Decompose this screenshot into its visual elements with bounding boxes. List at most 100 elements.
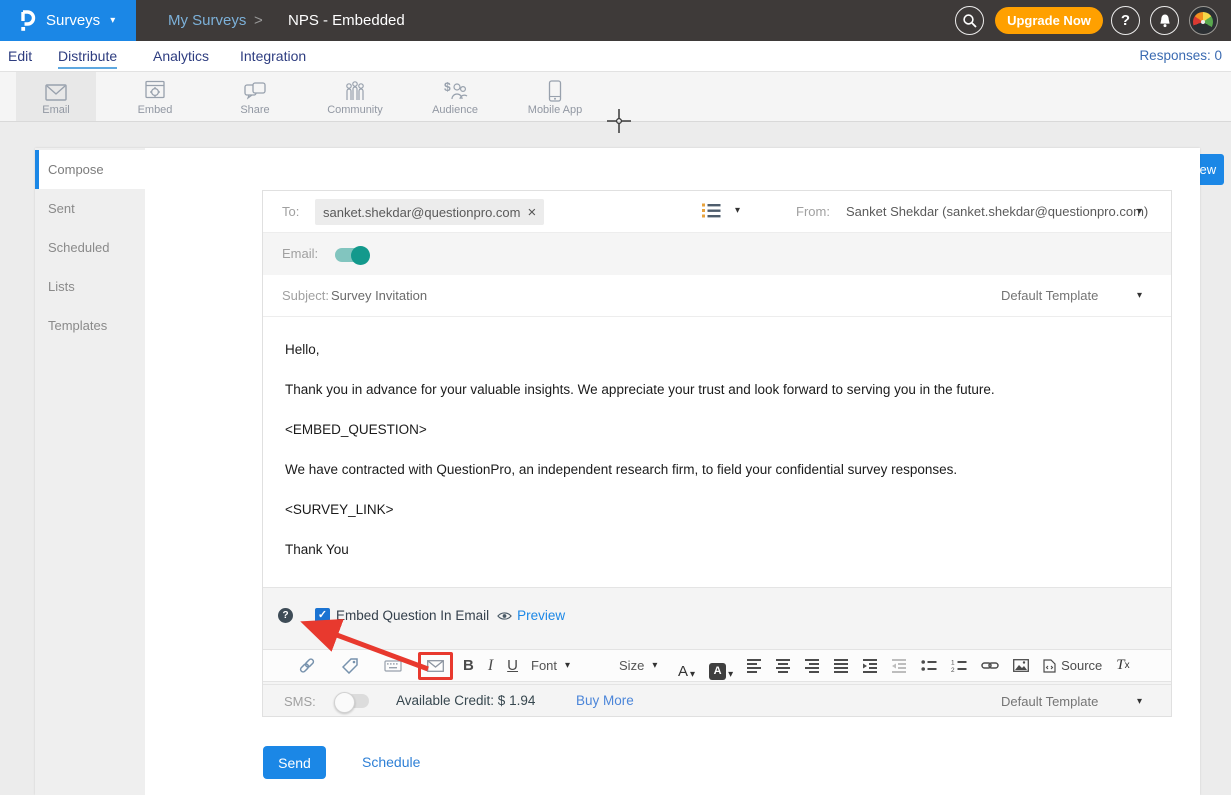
channel-tab-email[interactable]: Email <box>16 72 96 121</box>
channel-tab-label: Embed <box>138 104 173 116</box>
text-color-button[interactable]: A▾ <box>671 652 702 680</box>
distribution-channel-bar: Email Embed Share Community $ Audience <box>0 72 1231 122</box>
channel-tab-label: Community <box>327 104 383 116</box>
sms-template-select[interactable]: Default Template <box>1001 694 1098 709</box>
chevron-down-icon: ▾ <box>110 15 115 26</box>
from-value[interactable]: Sanket Shekdar (sanket.shekdar@questionp… <box>846 204 1148 219</box>
insert-image-button[interactable] <box>1006 652 1036 680</box>
insert-survey-link-button[interactable] <box>285 652 329 680</box>
italic-button[interactable]: I <box>481 652 500 680</box>
email-distribution-card: Compose Sent Scheduled Lists Templates T… <box>35 148 1200 795</box>
embed-icon <box>144 78 166 102</box>
recipient-chip[interactable]: sanket.shekdar@questionpro.com × <box>315 199 544 225</box>
align-right-button[interactable] <box>798 652 827 680</box>
align-left-button[interactable] <box>740 652 769 680</box>
sidebar-item-lists[interactable]: Lists <box>35 267 145 306</box>
font-dropdown[interactable]: Font ▾ <box>525 653 613 679</box>
buy-more-link[interactable]: Buy More <box>576 693 634 708</box>
keyboard-shortcuts-button[interactable] <box>371 652 415 680</box>
email-template-select[interactable]: Default Template <box>1001 288 1098 303</box>
chevron-down-icon[interactable]: ▾ <box>1137 206 1142 217</box>
tab-analytics[interactable]: Analytics <box>153 41 209 71</box>
sidebar-item-sent[interactable]: Sent <box>35 189 145 228</box>
embed-preview-label: Preview <box>517 608 565 623</box>
subject-input-value[interactable]: Survey Invitation <box>331 288 427 303</box>
surveys-product-menu[interactable]: Surveys ▾ <box>0 0 136 41</box>
product-label: Surveys <box>46 12 100 29</box>
embed-question-toolbar-button[interactable] <box>418 652 453 680</box>
envelope-icon <box>427 660 444 672</box>
send-button[interactable]: Send <box>263 746 326 779</box>
chevron-down-icon[interactable]: ▾ <box>1137 290 1142 301</box>
chevron-down-icon: ▾ <box>690 669 695 680</box>
tab-edit[interactable]: Edit <box>8 41 32 71</box>
help-icon[interactable]: ? <box>278 608 293 623</box>
channel-tab-community[interactable]: Community <box>315 72 395 121</box>
bold-button[interactable]: B <box>456 652 481 680</box>
upgrade-now-button[interactable]: Upgrade Now <box>995 7 1103 34</box>
remove-recipient-icon[interactable]: × <box>527 204 536 221</box>
channel-tab-embed[interactable]: Embed <box>115 72 195 121</box>
sms-row: SMS: Available Credit: $ 1.94 Buy More D… <box>263 684 1171 716</box>
bell-icon <box>1157 13 1173 29</box>
embed-question-label: Embed Question In Email <box>336 608 489 623</box>
email-body-paragraph: <EMBED_QUESTION> <box>285 410 1149 450</box>
sms-toggle[interactable] <box>336 694 369 708</box>
size-dropdown[interactable]: Size ▾ <box>613 653 671 679</box>
channel-tab-share[interactable]: Share <box>215 72 295 121</box>
embed-question-checkbox[interactable]: ✓ <box>315 608 330 623</box>
breadcrumb-my-surveys[interactable]: My Surveys <box>168 0 246 41</box>
available-credit-label: Available Credit: $ 1.94 <box>396 693 535 708</box>
chevron-down-icon: ▾ <box>652 660 657 671</box>
questionpro-logo-icon <box>14 8 38 34</box>
nps-gauge-avatar-image <box>1193 12 1213 32</box>
outdent-button[interactable] <box>885 652 914 680</box>
chevron-down-icon: ▾ <box>735 205 740 216</box>
audience-icon: $ <box>442 78 468 102</box>
sidebar-item-compose[interactable]: Compose <box>35 150 146 189</box>
embed-question-row: ? ✓ Embed Question In Email Preview <box>278 608 565 623</box>
embed-preview-link[interactable]: Preview <box>497 608 565 623</box>
chevron-down-icon[interactable]: ▾ <box>1137 696 1142 707</box>
recipients-row: To: sanket.shekdar@questionpro.com × ▾ F… <box>263 191 1171 233</box>
numbered-list-button[interactable]: 12 <box>944 652 974 680</box>
underline-button[interactable]: U <box>500 652 525 680</box>
notifications-button[interactable] <box>1150 6 1179 35</box>
select-email-list-button[interactable]: ▾ <box>701 202 740 219</box>
email-toggle-label: Email: <box>282 246 318 261</box>
bulleted-list-button[interactable] <box>914 652 944 680</box>
sidebar-item-scheduled[interactable]: Scheduled <box>35 228 145 267</box>
schedule-link[interactable]: Schedule <box>362 746 420 779</box>
keyboard-icon <box>384 660 402 672</box>
list-icon <box>701 202 721 219</box>
email-body-editor[interactable]: Hello, Thank you in advance for your val… <box>263 317 1171 587</box>
channel-tab-mobile-app[interactable]: Mobile App <box>515 72 595 121</box>
channel-tab-label: Audience <box>432 104 478 116</box>
remove-format-button[interactable]: Tx <box>1109 652 1136 680</box>
justify-button[interactable] <box>827 652 856 680</box>
channel-tab-audience[interactable]: $ Audience <box>415 72 495 121</box>
subject-row: Subject: Survey Invitation Default Templ… <box>263 275 1171 317</box>
email-icon <box>44 78 68 102</box>
search-button[interactable] <box>955 6 984 35</box>
channel-tab-label: Mobile App <box>528 104 582 116</box>
source-button[interactable]: Source <box>1036 652 1109 680</box>
numbered-list-icon: 12 <box>951 659 967 672</box>
align-center-button[interactable] <box>769 652 798 680</box>
indent-button[interactable] <box>856 652 885 680</box>
chain-link-icon <box>297 655 318 676</box>
tab-integration[interactable]: Integration <box>240 41 306 71</box>
help-button[interactable]: ? <box>1111 6 1140 35</box>
svg-text:1: 1 <box>951 659 955 666</box>
background-color-button[interactable]: A▾ <box>702 652 740 680</box>
email-toggle-row: Email: <box>263 233 1171 275</box>
responses-count[interactable]: Responses: 0 <box>1139 41 1222 71</box>
tab-distribute[interactable]: Distribute <box>58 41 117 71</box>
account-avatar[interactable] <box>1189 6 1218 35</box>
email-toggle[interactable] <box>335 248 368 262</box>
search-icon <box>962 13 978 29</box>
merge-tag-button[interactable] <box>329 652 371 680</box>
insert-link-button[interactable] <box>974 652 1006 680</box>
align-right-icon <box>805 659 820 673</box>
sidebar-item-templates[interactable]: Templates <box>35 306 145 345</box>
